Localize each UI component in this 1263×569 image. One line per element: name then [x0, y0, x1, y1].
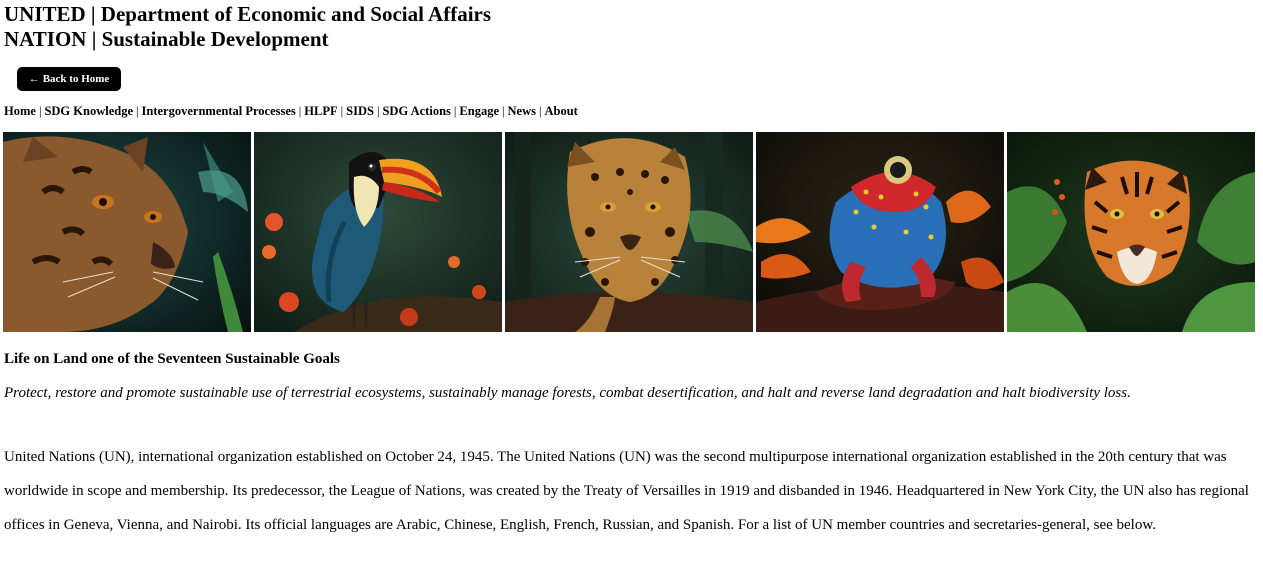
image-gallery [3, 132, 1255, 332]
main-nav: Home | SDG Knowledge | Intergovernmental Pro… [4, 103, 578, 119]
back-to-home-label: Back to Home [42, 73, 110, 85]
nav-about[interactable]: About [545, 104, 578, 118]
goal-title: Life on Land one of the Seventeen Sustai… [4, 351, 340, 367]
nav-separator: | [136, 104, 139, 118]
jaguar-image [505, 132, 753, 332]
nav-separator: | [538, 104, 542, 118]
header-line-1: UNITED | Department of Economic and Soci… [4, 2, 492, 26]
ocelot-image [3, 132, 251, 332]
back-to-home-button[interactable]: ← Back to Home [17, 67, 121, 91]
intro-paragraph: United Nations (UN), international organ… [4, 449, 1249, 533]
nav-hlpf[interactable]: HLPF [304, 104, 337, 118]
nav-separator: | [502, 104, 505, 118]
arrow-left-icon: ← [28, 73, 40, 85]
header-line-2: NATION | Sustainable Development [4, 27, 329, 51]
goal-description: Protect, restore and promote sustainable… [4, 385, 1131, 401]
nav-intergovernmental-processes[interactable]: Intergovernmental Processes [142, 104, 296, 118]
nav-news[interactable]: News [508, 104, 536, 118]
nav-sdg-knowledge[interactable]: SDG Knowledge [44, 104, 133, 118]
site-header: UNITED | Department of Economic and Soci… [4, 2, 491, 52]
tiger-image [1007, 132, 1255, 332]
nav-home[interactable]: Home [4, 104, 36, 118]
toucan-image [254, 132, 502, 332]
nav-engage[interactable]: Engage [459, 104, 499, 118]
nav-sdg-actions[interactable]: SDG Actions [382, 104, 450, 118]
nav-separator: | [340, 104, 344, 118]
nav-sids[interactable]: SIDS [346, 104, 374, 118]
frog-image [756, 132, 1004, 332]
